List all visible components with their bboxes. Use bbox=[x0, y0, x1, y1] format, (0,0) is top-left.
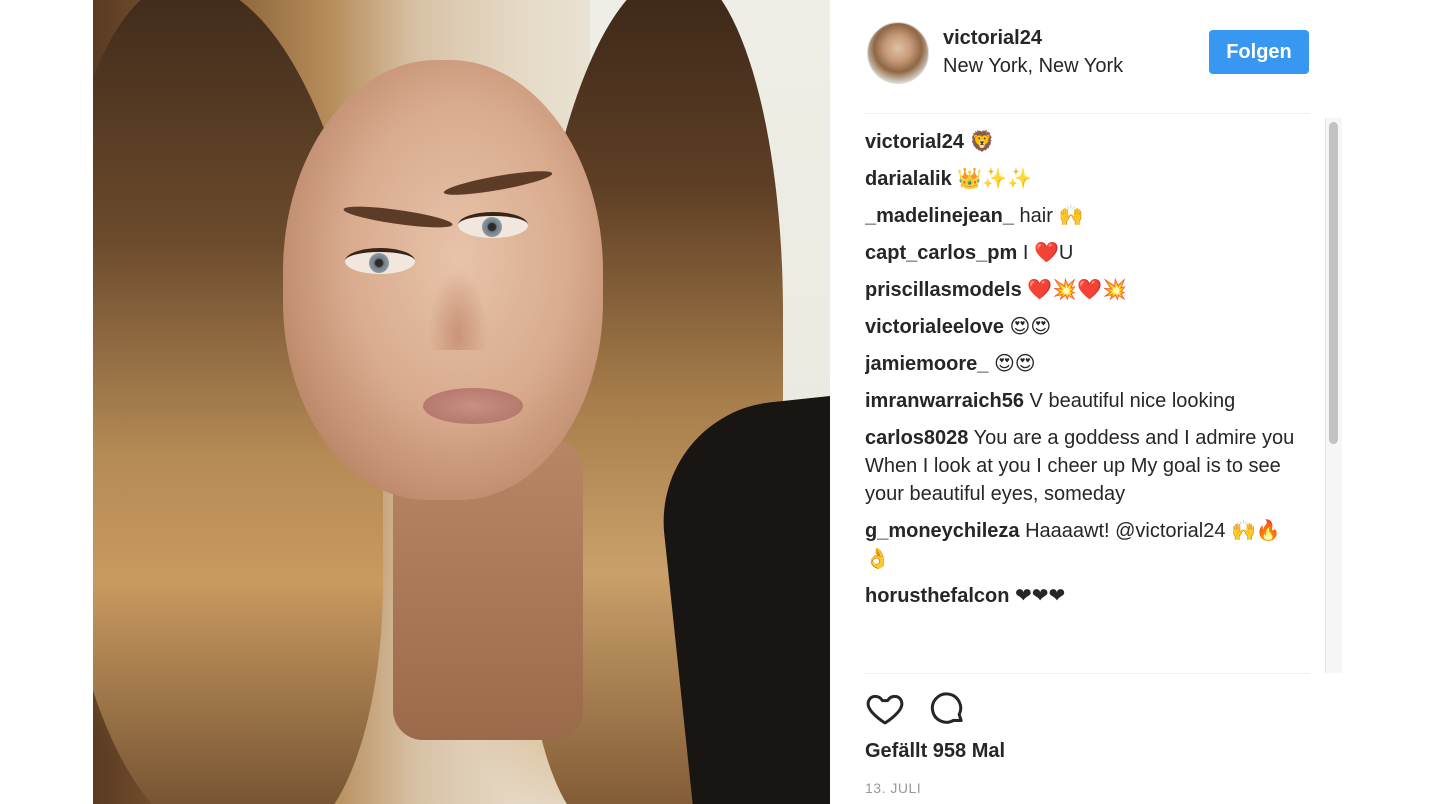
photo-nose bbox=[428, 270, 488, 350]
comment-text: 😍😍 bbox=[1009, 316, 1052, 338]
heart-icon[interactable] bbox=[865, 688, 907, 730]
comment-item: capt_carlos_pm I ❤️U bbox=[865, 239, 1295, 267]
comment-username[interactable]: victorial24 bbox=[865, 131, 964, 153]
post-header: victorial24 New York, New York Folgen bbox=[865, 18, 1310, 88]
comment-text: hair 🙌 bbox=[1019, 205, 1084, 227]
comment-text: 😍😍 bbox=[993, 353, 1036, 375]
follow-button[interactable]: Folgen bbox=[1209, 30, 1309, 74]
header-divider bbox=[865, 113, 1310, 114]
comment-text: V beautiful nice looking bbox=[1029, 390, 1236, 412]
comment-username[interactable]: horusthefalcon bbox=[865, 585, 1009, 607]
comment-item: jamiemoore_ 😍😍 bbox=[865, 350, 1295, 378]
comment-username[interactable]: g_moneychileza bbox=[865, 520, 1020, 542]
comment-text: I ❤️U bbox=[1022, 242, 1074, 264]
speech-bubble-icon[interactable] bbox=[927, 688, 969, 730]
photo-eye-left bbox=[345, 248, 415, 274]
comment-item: carlos8028 You are a goddess and I admir… bbox=[865, 424, 1295, 508]
post-side-panel: victorial24 New York, New York Folgen vi… bbox=[865, 0, 1310, 804]
post-date: 13. JULI bbox=[865, 780, 922, 796]
comment-item: victorialeelove 😍😍 bbox=[865, 313, 1295, 341]
post-username[interactable]: victorial24 bbox=[943, 27, 1042, 50]
comment-text: 👑✨✨ bbox=[957, 168, 1032, 190]
post-location[interactable]: New York, New York bbox=[943, 55, 1123, 78]
action-bar bbox=[865, 688, 1065, 732]
comments-list[interactable]: victorial24 🦁 darialalik 👑✨✨ _madelinejean… bbox=[865, 128, 1295, 673]
likes-count[interactable]: Gefällt 958 Mal bbox=[865, 740, 1005, 763]
comment-text: ❤️💥❤️💥 bbox=[1027, 279, 1127, 301]
comment-username[interactable]: darialalik bbox=[865, 168, 952, 190]
comment-item: darialalik 👑✨✨ bbox=[865, 165, 1295, 193]
comment-text: 🦁 bbox=[969, 131, 995, 153]
comment-username[interactable]: jamiemoore_ bbox=[865, 353, 988, 375]
comment-item: priscillasmodels ❤️💥❤️💥 bbox=[865, 276, 1295, 304]
comment-username[interactable]: priscillasmodels bbox=[865, 279, 1022, 301]
comment-username[interactable]: victorialeelove bbox=[865, 316, 1004, 338]
photo-eye-right bbox=[458, 212, 528, 238]
comment-username[interactable]: imranwarraich56 bbox=[865, 390, 1024, 412]
comment-item: victorial24 🦁 bbox=[865, 128, 1295, 156]
comment-item: horusthefalcon ❤❤❤ bbox=[865, 582, 1295, 610]
comment-username[interactable]: carlos8028 bbox=[865, 427, 968, 449]
avatar[interactable] bbox=[867, 22, 929, 84]
comment-item: _madelinejean_ hair 🙌 bbox=[865, 202, 1295, 230]
comment-text: ❤❤❤ bbox=[1015, 585, 1066, 607]
post-photo[interactable] bbox=[93, 0, 830, 804]
comment-username[interactable]: _madelinejean_ bbox=[865, 205, 1014, 227]
comment-item: g_moneychileza Haaaawt! @victorial24 🙌🔥👌 bbox=[865, 517, 1295, 573]
photo-lips bbox=[423, 388, 523, 424]
actions-divider bbox=[865, 673, 1310, 674]
comment-username[interactable]: capt_carlos_pm bbox=[865, 242, 1017, 264]
scrollbar-thumb[interactable] bbox=[1329, 122, 1338, 444]
comment-item: imranwarraich56 V beautiful nice looking bbox=[865, 387, 1295, 415]
comments-scrollbar[interactable] bbox=[1325, 118, 1342, 673]
